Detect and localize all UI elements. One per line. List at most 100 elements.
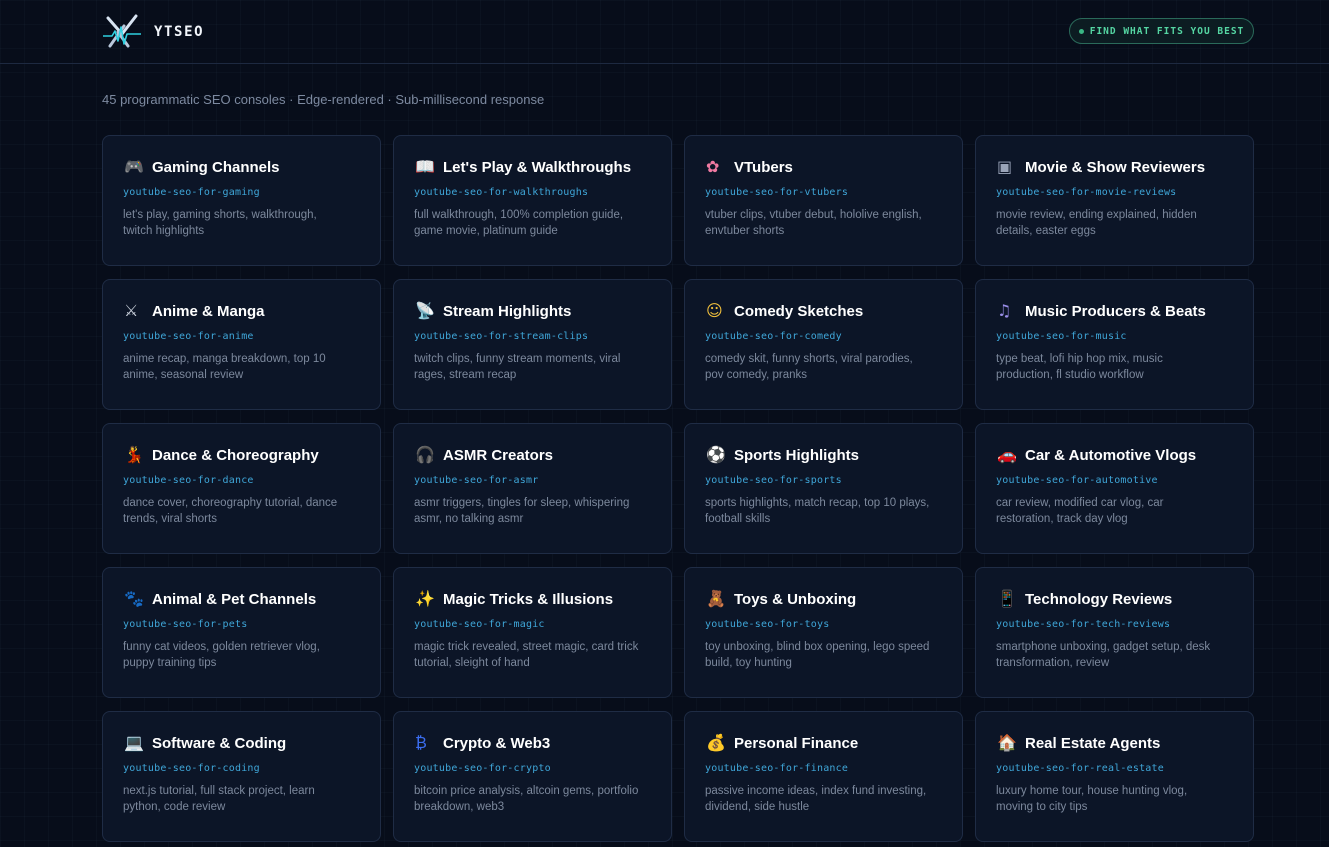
console-card[interactable]: 💰 Personal Finance youtube-seo-for-finance… xyxy=(684,711,963,842)
card-keywords: sports highlights, match recap, top 10 p… xyxy=(705,497,930,525)
card-slug: youtube-seo-for-anime xyxy=(123,331,254,342)
card-title: Personal Finance xyxy=(734,734,859,752)
card-keywords: vtuber clips, vtuber debut, hololive eng… xyxy=(705,209,922,237)
card-header: 🧸 Toys & Unboxing xyxy=(705,588,942,610)
card-slug: youtube-seo-for-music xyxy=(996,331,1127,342)
card-keywords: toy unboxing, blind box opening, lego sp… xyxy=(705,641,930,669)
clapperboard-icon: ▣ xyxy=(997,157,1013,176)
find-fit-button-label: FIND WHAT FITS YOU BEST xyxy=(1089,25,1245,37)
card-keywords: dance cover, choreography tutorial, danc… xyxy=(123,497,338,525)
console-card[interactable]: 📱 Technology Reviews youtube-seo-for-tech-… xyxy=(975,567,1254,698)
card-slug: youtube-seo-for-toys xyxy=(705,619,830,630)
console-card[interactable]: ₿ Crypto & Web3 youtube-seo-for-crypto bitc… xyxy=(393,711,672,842)
console-grid: 🎮 Gaming Channels youtube-seo-for-gaming le… xyxy=(102,135,1254,842)
card-keywords: let's play, gaming shorts, walkthrough, … xyxy=(123,209,317,237)
console-card[interactable]: 🎮 Gaming Channels youtube-seo-for-gaming le… xyxy=(102,135,381,266)
card-header: ⚽ Sports Highlights xyxy=(705,444,942,466)
console-card[interactable]: 📡 Stream Highlights youtube-seo-for-stream… xyxy=(393,279,672,410)
card-header: 🐾 Animal & Pet Channels xyxy=(123,588,360,610)
dancer-icon: 💃 xyxy=(124,445,144,464)
house-icon: 🏠 xyxy=(997,733,1017,752)
card-slug: youtube-seo-for-stream-clips xyxy=(414,331,589,342)
card-header: 🚗 Car & Automotive Vlogs xyxy=(996,444,1233,466)
card-title: ASMR Creators xyxy=(443,446,554,464)
smartphone-icon: 📱 xyxy=(997,589,1017,608)
card-keywords: next.js tutorial, full stack project, le… xyxy=(123,785,315,813)
card-slug: youtube-seo-for-movie-reviews xyxy=(996,187,1177,198)
brand[interactable]: YTSEO xyxy=(102,12,204,52)
card-title: Magic Tricks & Illusions xyxy=(443,590,614,608)
card-keywords: magic trick revealed, street magic, card… xyxy=(414,641,639,669)
card-slug: youtube-seo-for-sports xyxy=(705,475,842,486)
satellite-dish-icon: 📡 xyxy=(415,301,435,320)
card-header: 🏠 Real Estate Agents xyxy=(996,732,1233,754)
card-title: VTubers xyxy=(734,158,793,176)
card-header: ☺ Comedy Sketches xyxy=(705,300,942,322)
card-title: Anime & Manga xyxy=(152,302,265,320)
console-card[interactable]: 🎧 ASMR Creators youtube-seo-for-asmr asmr t… xyxy=(393,423,672,554)
console-card[interactable]: ♫ Music Producers & Beats youtube-seo-for-… xyxy=(975,279,1254,410)
page-subtitle: 45 programmatic SEO consoles · Edge-rend… xyxy=(102,92,545,107)
console-card[interactable]: 🏠 Real Estate Agents youtube-seo-for-real-… xyxy=(975,711,1254,842)
card-header: 📡 Stream Highlights xyxy=(414,300,651,322)
card-slug: youtube-seo-for-vtubers xyxy=(705,187,849,198)
ytseo-logo-icon xyxy=(103,14,141,48)
card-title: Comedy Sketches xyxy=(734,302,864,320)
console-card[interactable]: 💃 Dance & Choreography youtube-seo-for-dan… xyxy=(102,423,381,554)
map-icon: 📖 xyxy=(415,157,435,176)
console-card[interactable]: ⚔ Anime & Manga youtube-seo-for-anime anime… xyxy=(102,279,381,410)
card-header: 📖 Let's Play & Walkthroughs xyxy=(414,156,651,178)
console-card[interactable]: 💻 Software & Coding youtube-seo-for-coding… xyxy=(102,711,381,842)
card-title: Toys & Unboxing xyxy=(734,590,857,608)
console-card[interactable]: 🚗 Car & Automotive Vlogs youtube-seo-for-a… xyxy=(975,423,1254,554)
card-header: ₿ Crypto & Web3 xyxy=(414,732,651,754)
card-slug: youtube-seo-for-asmr xyxy=(414,475,539,486)
console-card[interactable]: ▣ Movie & Show Reviewers youtube-seo-for-m… xyxy=(975,135,1254,266)
laughing-face-icon: ☺ xyxy=(706,301,723,320)
card-slug: youtube-seo-for-coding xyxy=(123,763,260,774)
card-title: Technology Reviews xyxy=(1025,590,1173,608)
card-title: Movie & Show Reviewers xyxy=(1025,158,1206,176)
card-slug: youtube-seo-for-pets xyxy=(123,619,248,630)
card-title: Software & Coding xyxy=(152,734,287,752)
card-keywords: bitcoin price analysis, altcoin gems, po… xyxy=(414,785,639,813)
card-title: Crypto & Web3 xyxy=(443,734,551,752)
card-keywords: asmr triggers, tingles for sleep, whispe… xyxy=(414,497,630,525)
console-card[interactable]: 📖 Let's Play & Walkthroughs youtube-seo-fo… xyxy=(393,135,672,266)
card-header: ⚔ Anime & Manga xyxy=(123,300,360,322)
console-card[interactable]: ⚽ Sports Highlights youtube-seo-for-sports… xyxy=(684,423,963,554)
top-bar: YTSEO FIND WHAT FITS YOU BEST xyxy=(0,0,1329,64)
card-keywords: car review, modified car vlog, car resto… xyxy=(996,497,1164,525)
headphones-icon: 🎧 xyxy=(415,445,435,464)
soccer-ball-icon: ⚽ xyxy=(706,445,726,464)
console-card[interactable]: ✿ VTubers youtube-seo-for-vtubers vtuber cl… xyxy=(684,135,963,266)
card-slug: youtube-seo-for-magic xyxy=(414,619,545,630)
car-icon: 🚗 xyxy=(997,445,1017,464)
card-title: Gaming Channels xyxy=(152,158,280,176)
console-card[interactable]: ✨ Magic Tricks & Illusions youtube-seo-for… xyxy=(393,567,672,698)
card-slug: youtube-seo-for-crypto xyxy=(414,763,551,774)
card-header: 💃 Dance & Choreography xyxy=(123,444,360,466)
card-title: Sports Highlights xyxy=(734,446,859,464)
card-slug: youtube-seo-for-tech-reviews xyxy=(996,619,1171,630)
console-card[interactable]: 🧸 Toys & Unboxing youtube-seo-for-toys toy … xyxy=(684,567,963,698)
card-keywords: comedy skit, funny shorts, viral parodie… xyxy=(705,353,913,381)
card-header: ♫ Music Producers & Beats xyxy=(996,300,1233,322)
brand-name: YTSEO xyxy=(154,24,205,40)
card-slug: youtube-seo-for-automotive xyxy=(996,475,1158,486)
card-header: 🎮 Gaming Channels xyxy=(123,156,360,178)
card-keywords: funny cat videos, golden retriever vlog,… xyxy=(123,641,320,669)
card-keywords: twitch clips, funny stream moments, vira… xyxy=(414,353,621,381)
console-card[interactable]: 🐾 Animal & Pet Channels youtube-seo-for-pe… xyxy=(102,567,381,698)
card-title: Car & Automotive Vlogs xyxy=(1025,446,1197,464)
card-header: ✨ Magic Tricks & Illusions xyxy=(414,588,651,610)
find-fit-button[interactable]: FIND WHAT FITS YOU BEST xyxy=(1069,18,1254,44)
card-title: Dance & Choreography xyxy=(152,446,319,464)
gamepad-icon: 🎮 xyxy=(124,157,144,176)
card-slug: youtube-seo-for-walkthroughs xyxy=(414,187,589,198)
card-header: 🎧 ASMR Creators xyxy=(414,444,651,466)
card-slug: youtube-seo-for-gaming xyxy=(123,187,260,198)
console-card[interactable]: ☺ Comedy Sketches youtube-seo-for-comedy co… xyxy=(684,279,963,410)
magic-wand-icon: ✨ xyxy=(415,589,435,608)
card-keywords: type beat, lofi hip hop mix, music produ… xyxy=(996,353,1163,381)
